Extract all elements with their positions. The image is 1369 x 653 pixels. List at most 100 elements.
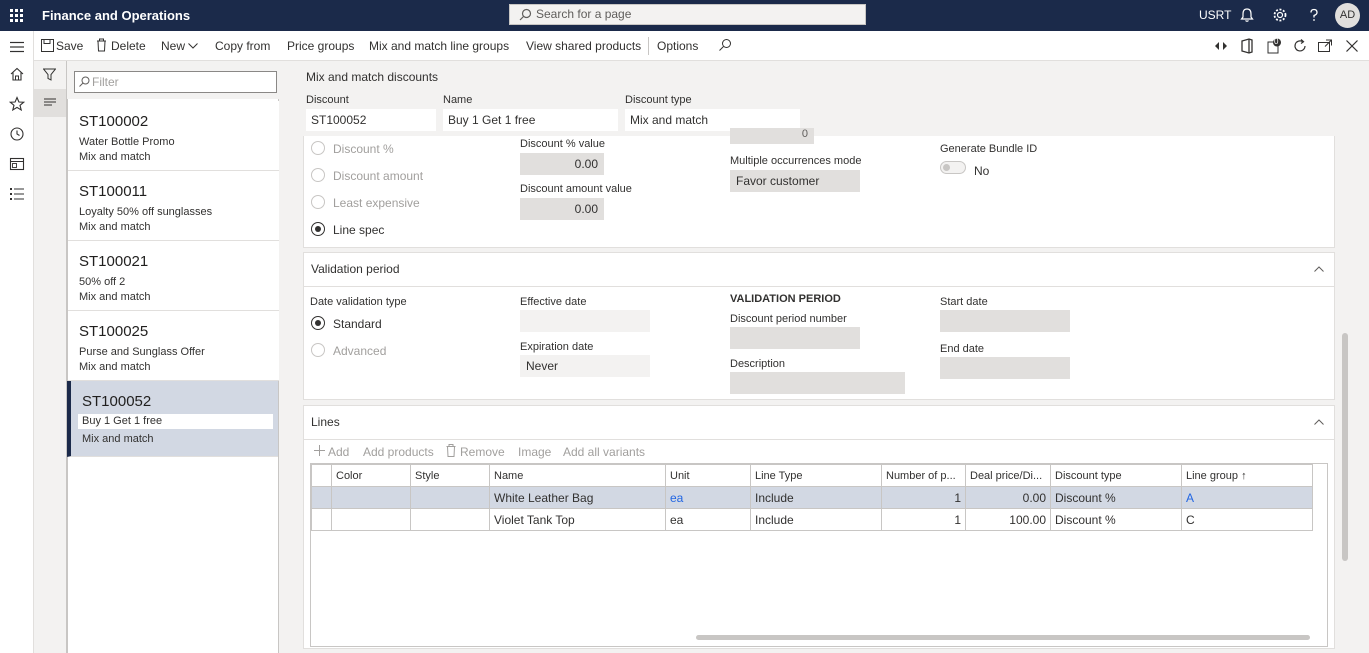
company-picker[interactable]: USRT xyxy=(1199,8,1231,22)
cell-number[interactable]: 1 xyxy=(881,508,966,531)
star-icon[interactable] xyxy=(9,96,25,112)
radio-line-spec[interactable] xyxy=(311,222,325,236)
discount-period-number-field[interactable] xyxy=(730,327,860,349)
image-button[interactable]: Image xyxy=(518,445,551,459)
cell-line-group[interactable]: C xyxy=(1181,508,1313,531)
save-button[interactable]: Save xyxy=(56,39,83,53)
end-date-field[interactable] xyxy=(940,357,1070,379)
description-field[interactable] xyxy=(730,372,905,394)
office-icon[interactable] xyxy=(1239,38,1255,54)
cell-color[interactable] xyxy=(331,508,411,531)
list-item-selected[interactable]: ST100052 Buy 1 Get 1 free Mix and match xyxy=(67,381,278,457)
vertical-scrollbar[interactable] xyxy=(1342,333,1348,561)
clock-icon[interactable] xyxy=(9,126,25,142)
cell-line-type[interactable]: Include xyxy=(750,486,882,509)
col-deal-price[interactable]: Deal price/Di... xyxy=(965,464,1051,487)
options-tab[interactable]: Options xyxy=(657,39,698,53)
help-icon[interactable] xyxy=(1306,7,1322,23)
cell-number[interactable]: 1 xyxy=(881,486,966,509)
list-item[interactable]: ST100011 Loyalty 50% off sunglasses Mix … xyxy=(68,171,279,241)
col-color[interactable]: Color xyxy=(331,464,411,487)
radio-standard[interactable] xyxy=(311,316,325,330)
refresh-icon[interactable] xyxy=(1292,38,1308,54)
bell-icon[interactable] xyxy=(1239,7,1255,23)
list-view-toggle[interactable] xyxy=(34,89,66,117)
cell-discount-type[interactable]: Discount % xyxy=(1050,486,1182,509)
connector-icon[interactable] xyxy=(1213,38,1229,54)
search-input[interactable]: Search for a page xyxy=(509,4,866,25)
row-selector[interactable] xyxy=(311,508,332,531)
filter-icon[interactable] xyxy=(43,68,56,81)
mix-match-line-groups-button[interactable]: Mix and match line groups xyxy=(369,39,509,53)
col-discount-type[interactable]: Discount type xyxy=(1050,464,1182,487)
cell-unit[interactable]: ea xyxy=(665,486,751,509)
list-item[interactable]: ST100025 Purse and Sunglass Offer Mix an… xyxy=(68,311,279,381)
filter-input[interactable]: Filter xyxy=(74,71,277,93)
cell-color[interactable] xyxy=(331,486,411,509)
chevron-down-icon[interactable] xyxy=(188,43,198,49)
add-products-button[interactable]: Add products xyxy=(363,445,434,459)
row-selector-header[interactable] xyxy=(311,464,332,487)
price-groups-button[interactable]: Price groups xyxy=(287,39,354,53)
view-shared-products-button[interactable]: View shared products xyxy=(526,39,641,53)
cell-deal-price[interactable]: 0.00 xyxy=(965,486,1051,509)
delete-button[interactable]: Delete xyxy=(111,39,146,53)
modules-list-icon[interactable] xyxy=(9,186,25,202)
cell-line-type[interactable]: Include xyxy=(750,508,882,531)
lines-title[interactable]: Lines xyxy=(311,415,340,429)
cell-line-group[interactable]: A xyxy=(1181,486,1313,509)
home-icon[interactable] xyxy=(9,66,25,82)
col-line-type[interactable]: Line Type xyxy=(750,464,882,487)
chevron-up-icon[interactable] xyxy=(1314,266,1324,272)
table-row[interactable]: White Leather Bag ea Include 1 0.00 Disc… xyxy=(311,486,1313,509)
radio-discount-pct[interactable] xyxy=(311,141,325,155)
cell-name[interactable]: Violet Tank Top xyxy=(489,508,666,531)
col-unit[interactable]: Unit xyxy=(665,464,751,487)
remove-line-button[interactable]: Remove xyxy=(460,445,505,459)
radio-least-expensive[interactable] xyxy=(311,195,325,209)
delete-icon[interactable] xyxy=(96,38,107,52)
search-icon[interactable] xyxy=(718,38,732,52)
col-style[interactable]: Style xyxy=(410,464,490,487)
cell-unit[interactable]: ea xyxy=(665,508,751,531)
cell-style[interactable] xyxy=(410,508,490,531)
col-number[interactable]: Number of p... xyxy=(881,464,966,487)
discount-field[interactable]: ST100052 xyxy=(306,109,436,131)
cell-style[interactable] xyxy=(410,486,490,509)
copy-from-button[interactable]: Copy from xyxy=(215,39,270,53)
list-item[interactable]: ST100002 Water Bottle Promo Mix and matc… xyxy=(68,101,279,171)
discount-amount-value-field[interactable]: 0.00 xyxy=(520,198,604,220)
hamburger-menu-icon[interactable] xyxy=(9,39,25,55)
workspace-icon[interactable] xyxy=(9,156,25,172)
add-line-button[interactable]: Add xyxy=(328,445,349,459)
gear-icon[interactable] xyxy=(1272,7,1288,23)
cell-discount-type[interactable]: Discount % xyxy=(1050,508,1182,531)
col-line-group[interactable]: Line group ↑ xyxy=(1181,464,1313,487)
chevron-up-icon[interactable] xyxy=(1314,419,1324,425)
horizontal-scrollbar[interactable] xyxy=(696,635,1310,640)
row-selector[interactable] xyxy=(311,486,332,509)
cell-deal-price[interactable]: 100.00 xyxy=(965,508,1051,531)
start-date-field[interactable] xyxy=(940,310,1070,332)
cell-name[interactable]: White Leather Bag xyxy=(489,486,666,509)
col-name[interactable]: Name xyxy=(489,464,666,487)
col-line-group-label: Line group xyxy=(1186,469,1238,482)
radio-discount-amount[interactable] xyxy=(311,168,325,182)
app-launcher-icon[interactable] xyxy=(10,9,24,23)
list-item[interactable]: ST100021 50% off 2 Mix and match xyxy=(68,241,279,311)
expiration-date-field[interactable]: Never xyxy=(520,355,650,377)
save-icon[interactable] xyxy=(41,39,54,52)
multiple-occurrences-field[interactable]: Favor customer xyxy=(730,170,860,192)
validation-period-title[interactable]: Validation period xyxy=(311,262,400,276)
new-button[interactable]: New xyxy=(161,39,185,53)
generate-bundle-toggle[interactable] xyxy=(940,161,966,174)
discount-pct-value-field[interactable]: 0.00 xyxy=(520,153,604,175)
close-icon[interactable] xyxy=(1344,38,1360,54)
table-row[interactable]: Violet Tank Top ea Include 1 100.00 Disc… xyxy=(311,508,1313,531)
name-field[interactable]: Buy 1 Get 1 free xyxy=(443,109,618,131)
add-all-variants-button[interactable]: Add all variants xyxy=(563,445,645,459)
avatar[interactable]: AD xyxy=(1335,3,1360,28)
open-new-window-icon[interactable] xyxy=(1317,38,1333,54)
effective-date-field[interactable] xyxy=(520,310,650,332)
radio-advanced[interactable] xyxy=(311,343,325,357)
